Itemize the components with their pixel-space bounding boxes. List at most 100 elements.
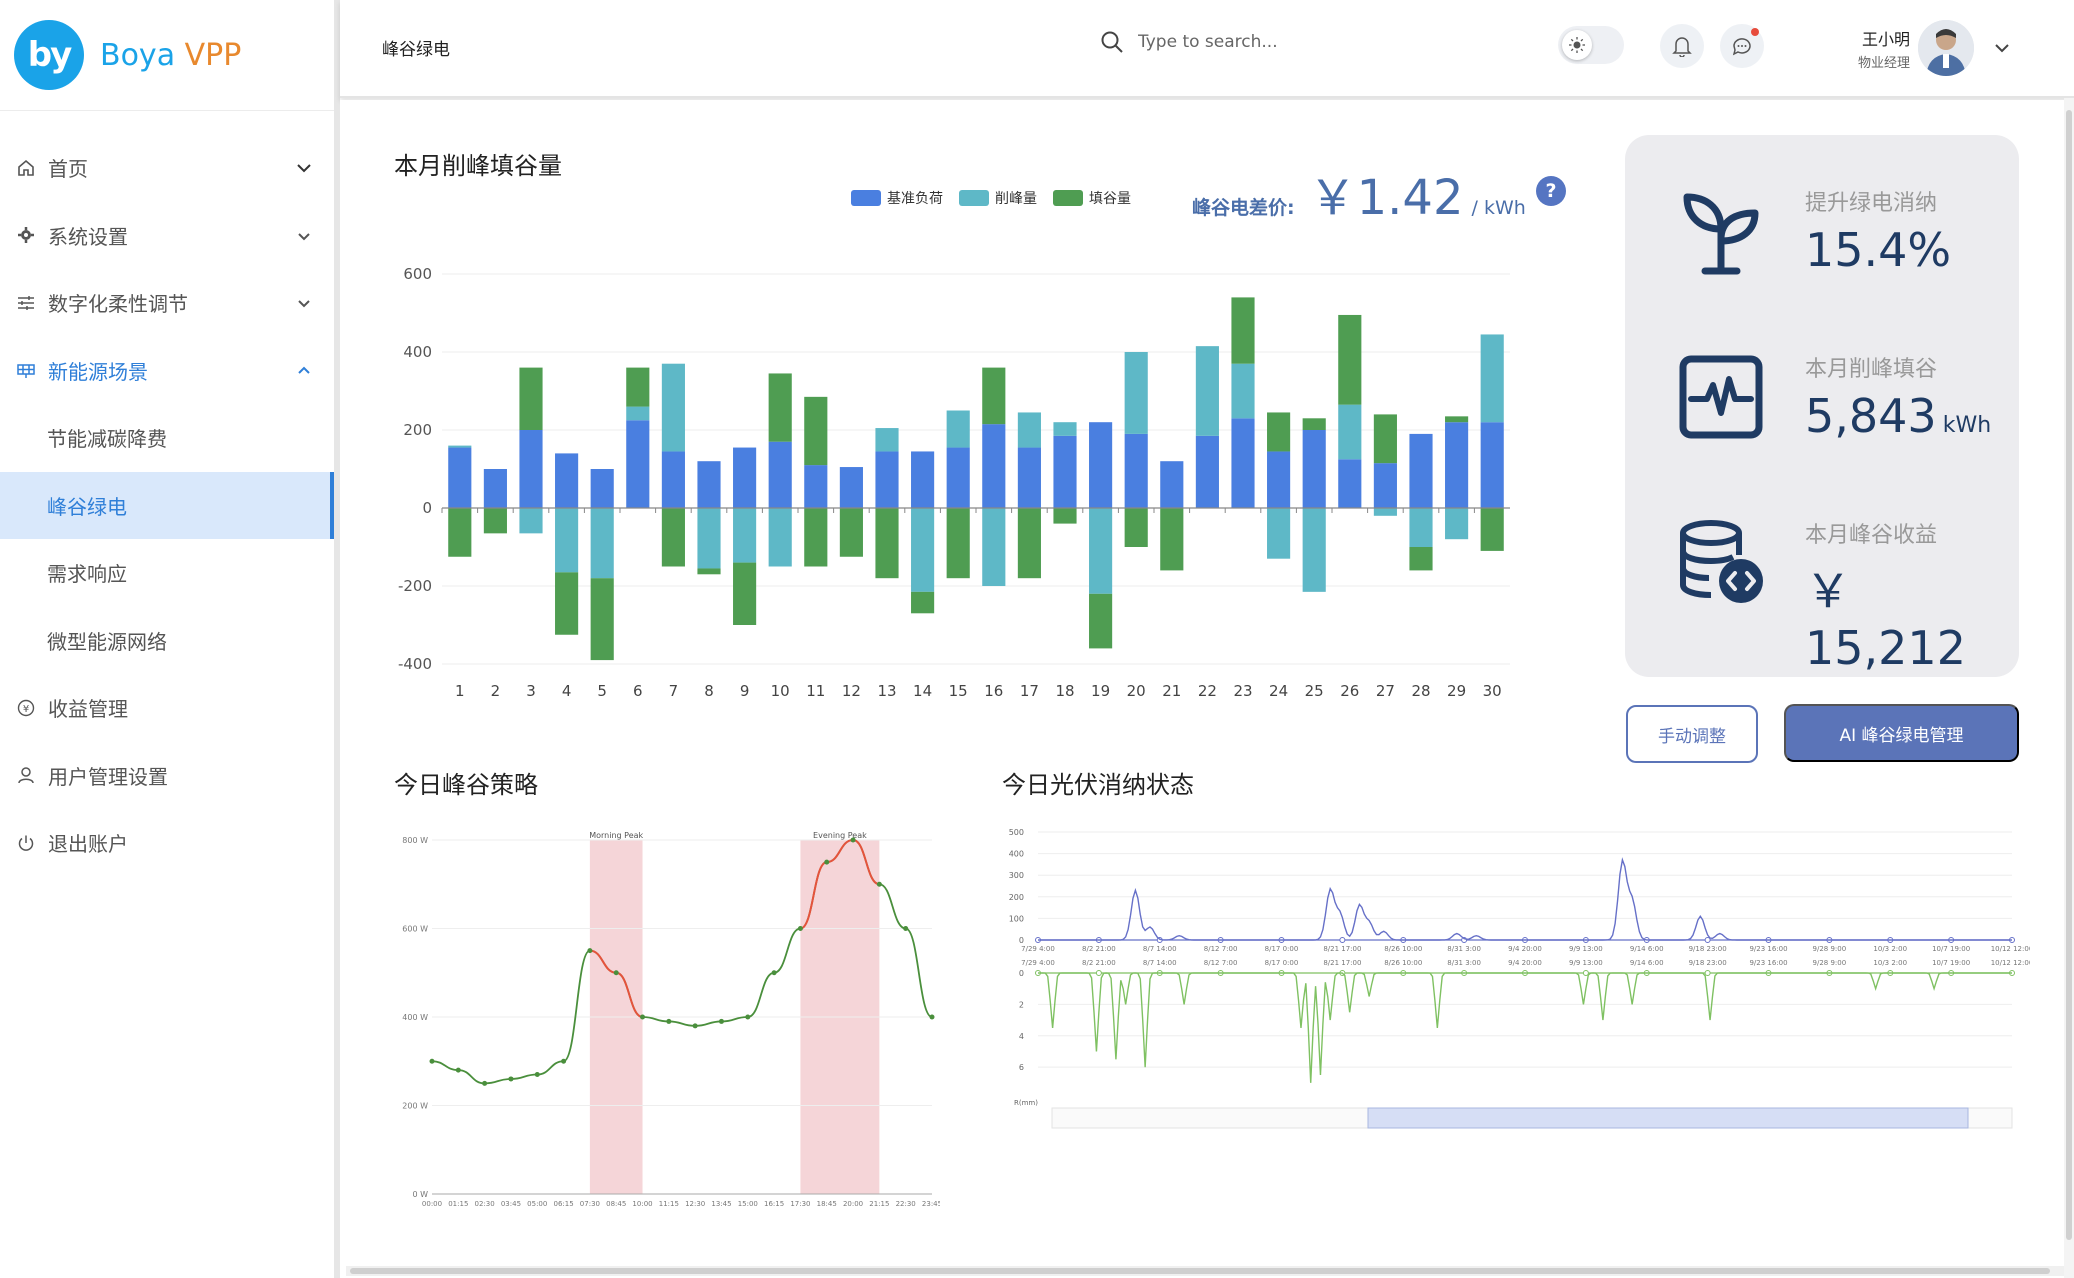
x-tick-label: 16	[984, 682, 1003, 700]
x-tick-label: 02:30	[475, 1200, 495, 1208]
x-tick-label: 7/29 4:00	[1021, 959, 1055, 967]
x-tick-label: 22:30	[896, 1200, 916, 1208]
data-point	[692, 1023, 698, 1029]
sidebar-item-energy-saving[interactable]: 节能减碳降费	[0, 404, 334, 472]
brand-name: Boya	[100, 37, 176, 73]
bar-segment	[626, 406, 650, 421]
sidebar-item-label: 峰谷绿电	[47, 494, 127, 519]
data-point	[929, 1014, 935, 1020]
x-tick-label: 26	[1340, 682, 1359, 700]
x-tick-label: 9/9 13:00	[1569, 959, 1603, 967]
search-bar	[1100, 30, 1378, 54]
bar-segment	[1124, 433, 1148, 508]
sidebar-item-home[interactable]: 首页	[0, 134, 334, 202]
strategy-chart-title: 今日峰谷策略	[394, 771, 538, 799]
sidebar-item-logout[interactable]: 退出账户	[0, 809, 334, 877]
sidebar-item-microgrid[interactable]: 微型能源网络	[0, 607, 334, 675]
horizontal-scrollbar-thumb[interactable]	[350, 1268, 2050, 1274]
strategy-line-chart: Morning Peak Evening Peak 800 W 600 W 400 W 2…	[402, 831, 940, 1208]
bar-segment	[661, 451, 685, 508]
bar-segment	[590, 508, 614, 579]
bar-segment	[1409, 433, 1433, 508]
chevron-up-icon[interactable]	[294, 361, 314, 381]
notification-button[interactable]	[1660, 24, 1704, 68]
x-tick-label: 12	[842, 682, 861, 700]
chevron-down-icon[interactable]	[294, 293, 314, 313]
sidebar-item-peak-valley[interactable]: 峰谷绿电	[0, 471, 334, 539]
help-button[interactable]: ?	[1536, 176, 1566, 206]
search-icon[interactable]	[1100, 30, 1124, 54]
data-point	[587, 948, 593, 954]
pv-flow-line	[1038, 857, 2012, 941]
x-tick-label: 10/7 19:00	[1932, 959, 1970, 967]
x-tick-label: 9	[740, 682, 750, 700]
bar-segment	[839, 508, 863, 557]
x-tick-label: 5	[597, 682, 607, 700]
data-point	[797, 926, 803, 931]
bar-segment	[1302, 430, 1326, 508]
legend-label[interactable]: 削峰量	[995, 188, 1037, 208]
x-tick-label: 10	[771, 682, 790, 700]
bar-segment	[1231, 297, 1255, 364]
bar-segment	[875, 428, 899, 452]
x-tick-label: 8/7 14:00	[1143, 945, 1177, 953]
sidebar-item-settings[interactable]: 系统设置	[0, 202, 334, 270]
bell-icon	[1672, 37, 1692, 57]
bar-segment	[1231, 418, 1255, 508]
x-tick-label: 8/2 21:00	[1082, 945, 1116, 953]
ai-manage-button[interactable]: AI 峰谷绿电管理	[1784, 704, 2019, 762]
bar-segment	[733, 562, 757, 625]
sidebar-item-flex-control[interactable]: 数字化柔性调节	[0, 269, 334, 337]
logo[interactable]: by Boya VPP	[14, 18, 241, 92]
x-tick-label: 8/26 10:00	[1384, 959, 1422, 967]
chevron-down-icon[interactable]	[294, 226, 314, 246]
y-tick-label: 200	[1009, 893, 1024, 902]
y-tick-label: 600 W	[402, 925, 428, 934]
vertical-scrollbar-thumb[interactable]	[2066, 110, 2072, 1240]
x-tick-label: 8/21 17:00	[1323, 945, 1361, 953]
x-tick-label: 11:15	[659, 1200, 679, 1208]
chat-icon	[1732, 38, 1751, 56]
y-tick-label: 400	[1009, 850, 1024, 859]
chevron-down-icon[interactable]	[1992, 38, 2012, 58]
avatar[interactable]	[1918, 20, 1974, 76]
bar-segment	[483, 469, 507, 508]
bar-segment	[875, 451, 899, 508]
bar-segment	[697, 508, 721, 569]
x-tick-label: 10/3 2:00	[1873, 959, 1907, 967]
data-point	[850, 837, 856, 843]
search-input[interactable]	[1138, 32, 1378, 52]
bar-segment	[1017, 412, 1041, 448]
x-tick-label: 21	[1162, 682, 1181, 700]
sidebar-item-revenue[interactable]: ¥ 收益管理	[0, 674, 334, 742]
sidebar-item-demand-response[interactable]: 需求响应	[0, 539, 334, 607]
bar-segment	[804, 396, 828, 466]
sidebar-item-new-energy[interactable]: 新能源场景	[0, 337, 334, 405]
bar-segment	[1480, 422, 1504, 508]
bar-segment	[590, 469, 614, 508]
x-tick-label: 20	[1127, 682, 1146, 700]
yen-circle-icon: ¥	[16, 698, 36, 718]
x-tick-label: 24	[1269, 682, 1288, 700]
x-tick-label: 14	[913, 682, 932, 700]
unread-dot	[1751, 28, 1759, 36]
manual-adjust-button[interactable]: 手动调整	[1626, 705, 1758, 763]
chevron-down-icon[interactable]	[294, 158, 314, 178]
bar-segment	[626, 420, 650, 508]
sidebar-nav: 首页 系统设置 数字化柔性调节 新能源场景 节能减碳降费 峰谷绿电 需求响应 微…	[0, 134, 334, 877]
sidebar-item-user-settings[interactable]: 用户管理设置	[0, 742, 334, 810]
data-point	[1339, 937, 1346, 943]
x-tick-label: 10/3 2:00	[1873, 945, 1907, 953]
theme-toggle[interactable]	[1558, 26, 1624, 64]
data-point	[561, 1058, 567, 1064]
sidebar-item-label: 首页	[48, 157, 88, 182]
bar-segment	[1445, 508, 1469, 540]
legend-label[interactable]: 填谷量	[1089, 188, 1131, 208]
message-button[interactable]	[1720, 24, 1764, 68]
data-point	[613, 970, 619, 976]
stat-label: 本月削峰填谷	[1805, 357, 1938, 382]
user-info[interactable]: 王小明 物业经理	[1830, 26, 1910, 71]
bar-segment	[1053, 508, 1077, 524]
legend-label[interactable]: 基准负荷	[887, 188, 943, 208]
x-tick-label: 8/17 0:00	[1265, 945, 1299, 953]
